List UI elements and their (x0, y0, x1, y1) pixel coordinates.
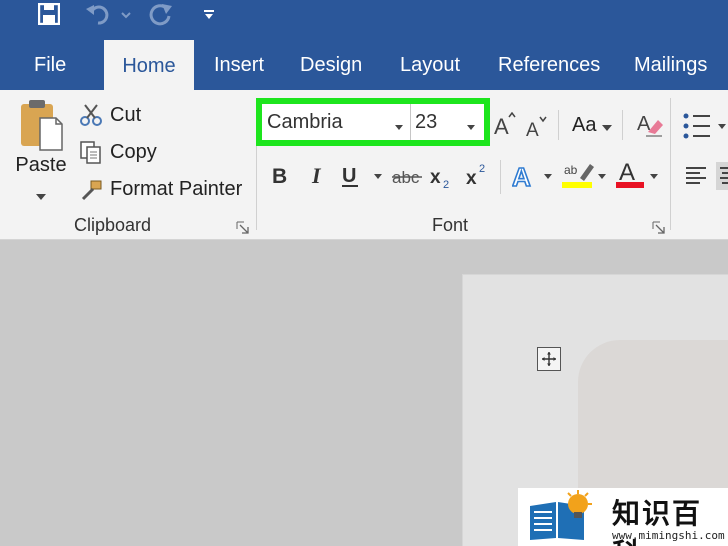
svg-text:2: 2 (443, 179, 449, 190)
strikethrough-button[interactable]: abc (392, 166, 424, 194)
grow-font-icon: A (494, 112, 518, 136)
shrink-font-button[interactable]: A (526, 116, 550, 138)
format-painter-button[interactable]: Format Painter (78, 176, 242, 202)
font-size-value: 23 (415, 110, 438, 133)
subscript-button[interactable]: x2 (430, 164, 456, 196)
tab-home[interactable]: Home (104, 40, 194, 92)
superscript-icon: x2 (466, 163, 485, 189)
svg-text:A: A (494, 114, 509, 136)
paste-label: Paste (15, 154, 67, 176)
bold-icon: B (272, 165, 287, 188)
highlight-color-button[interactable]: ab (562, 158, 610, 196)
tab-file[interactable]: File (34, 40, 66, 90)
superscript-button[interactable]: x2 (466, 162, 492, 194)
ribbon-home: Paste Cut Copy Format Painter Clipboard … (0, 90, 728, 240)
cut-label: Cut (110, 103, 142, 126)
scissors-icon (78, 103, 104, 127)
svg-text:x: x (466, 168, 477, 188)
save-icon[interactable] (34, 0, 64, 28)
change-case-dropdown-icon[interactable] (602, 114, 613, 137)
copy-button[interactable]: Copy (78, 139, 157, 165)
text-effects-button[interactable]: A (511, 161, 554, 196)
group-separator (670, 98, 671, 230)
svg-text:x: x (430, 167, 441, 188)
paste-icon (16, 98, 66, 152)
bold-button[interactable]: B (272, 164, 288, 192)
bullets-icon (683, 113, 726, 139)
svg-text:A: A (619, 159, 635, 186)
grow-font-button[interactable]: A (494, 112, 518, 136)
clipboard-launcher-icon[interactable] (236, 221, 250, 235)
svg-text:B: B (272, 165, 287, 186)
align-center-icon (720, 167, 728, 184)
clipboard-group-label: Clipboard (74, 215, 152, 235)
svg-text:I: I (311, 164, 322, 186)
align-left-icon (686, 167, 706, 184)
strikethrough-icon: abc (392, 168, 422, 187)
format-painter-icon (78, 177, 104, 201)
font-size-combobox[interactable]: 23 (410, 104, 484, 140)
bullets-button[interactable] (682, 112, 728, 140)
group-separator (500, 160, 501, 194)
font-group-label: Font (432, 215, 469, 235)
font-color-button[interactable]: A (616, 158, 664, 196)
font-size-dropdown-icon[interactable] (467, 125, 475, 130)
undo-icon[interactable] (84, 0, 132, 28)
copy-icon (78, 140, 104, 164)
tab-insert[interactable]: Insert (214, 40, 264, 90)
redo-icon[interactable] (146, 0, 176, 28)
underline-icon: U (342, 165, 382, 187)
underline-button[interactable]: U (342, 164, 386, 194)
group-separator (622, 110, 623, 140)
text-effects-icon: A (511, 161, 552, 193)
group-separator (558, 110, 559, 140)
title-bar (0, 0, 728, 40)
tab-mailings[interactable]: Mailings (634, 40, 707, 90)
watermark-url: www.mimingshi.com (612, 529, 725, 542)
table-move-handle-icon[interactable] (537, 347, 561, 371)
highlighter-icon: ab (562, 163, 606, 188)
font-name-combobox[interactable]: Cambria (262, 104, 408, 140)
align-left-button[interactable] (686, 166, 708, 186)
cut-button[interactable]: Cut (78, 102, 141, 128)
ribbon-tabs: File Home Insert Design Layout Reference… (0, 40, 728, 92)
shrink-font-icon: A (526, 116, 550, 138)
tab-design[interactable]: Design (300, 40, 362, 90)
svg-text:U: U (342, 165, 356, 187)
italic-icon: I (311, 163, 322, 188)
font-color-icon: A (616, 159, 658, 188)
copy-label: Copy (110, 140, 157, 163)
format-painter-label: Format Painter (110, 177, 243, 200)
paste-button[interactable]: Paste (14, 98, 68, 208)
align-center-button[interactable] (716, 162, 728, 190)
tab-references[interactable]: References (498, 40, 600, 90)
svg-text:ab: ab (564, 163, 578, 177)
italic-button[interactable]: I (310, 163, 326, 192)
svg-text:A: A (526, 120, 539, 138)
paste-dropdown-icon[interactable] (36, 183, 46, 206)
book-lightbulb-icon (526, 490, 600, 546)
font-name-dropdown-icon[interactable] (395, 125, 403, 130)
change-case-button[interactable]: Aa (572, 112, 613, 138)
customize-quick-access-icon[interactable] (202, 0, 216, 28)
clear-formatting-icon: A (636, 110, 664, 138)
svg-text:A: A (512, 162, 531, 190)
tab-layout[interactable]: Layout (400, 40, 460, 90)
change-case-label: Aa (572, 113, 597, 136)
clear-formatting-button[interactable]: A (636, 110, 664, 138)
font-launcher-icon[interactable] (652, 221, 666, 235)
svg-text:2: 2 (479, 163, 485, 175)
subscript-icon: x2 (430, 167, 449, 191)
font-name-value: Cambria (267, 110, 343, 133)
